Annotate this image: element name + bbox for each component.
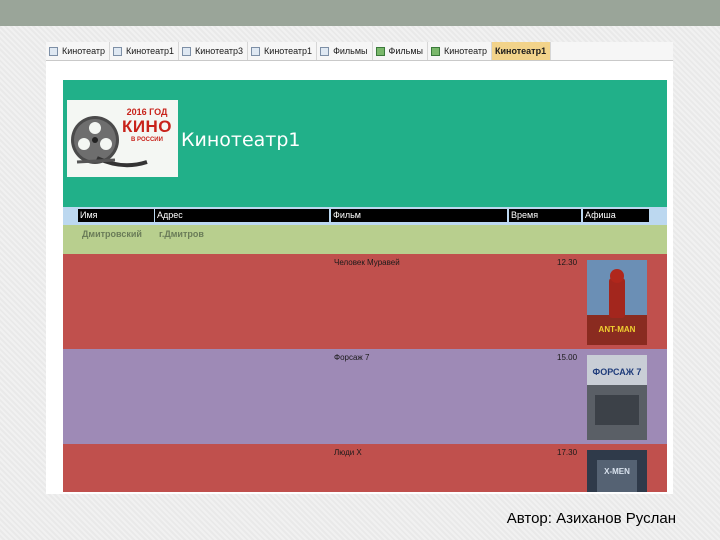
kino-logo: 2016 ГОД КИНО В РОССИИ <box>67 100 178 177</box>
report-header: 2016 ГОД КИНО В РОССИИ Кинотеатр1 <box>63 80 667 207</box>
form-icon <box>251 46 261 56</box>
column-header-time: Время <box>509 209 581 222</box>
table-icon <box>375 46 385 56</box>
poster-x-men: X-MEN <box>587 450 647 492</box>
group-header-row: Дмитровский г.Дмитров <box>63 225 667 254</box>
tab-label: Фильмы <box>333 46 368 56</box>
film-title: Форсаж 7 <box>334 353 370 362</box>
cinema-name: Дмитровский <box>82 229 142 239</box>
top-bar <box>0 0 720 26</box>
tab-kinoteatr1-report[interactable]: Кинотеатр1 <box>63 42 552 89</box>
tab-label: Кинотеатр1 <box>495 46 547 56</box>
tab-filmy-table[interactable]: Фильмы <box>373 42 428 60</box>
tab-label: Кинотеатр1 <box>264 46 313 56</box>
column-header-address: Адрес <box>155 209 329 222</box>
tab-label: Кинотеатр1 <box>126 46 175 56</box>
form-icon <box>113 46 123 56</box>
poster-forsazh-7: ФОРСАЖ 7 <box>587 355 647 440</box>
column-headers: Имя Адрес Фильм Время Афиша <box>63 207 667 225</box>
document-tabs: Кинотеатр Кинотеатр1 Кинотеатр3 Кинотеат… <box>46 42 673 89</box>
tab-label: Кинотеатр3 <box>195 46 244 56</box>
poster-ant-man: ANT-MAN <box>587 260 647 345</box>
column-header-film: Фильм <box>331 209 507 222</box>
table-icon <box>431 46 440 56</box>
form-icon <box>320 46 330 56</box>
tab-kinoteatr1-form[interactable]: Кинотеатр1 <box>110 42 180 60</box>
table-row: Люди Х 17.30 X-MEN <box>63 444 667 492</box>
poster-title: ANT-MAN <box>599 325 636 334</box>
tab-kinoteatr[interactable]: Кинотеатр <box>46 42 111 60</box>
show-time: 12.30 <box>557 258 578 267</box>
film-title: Человек Муравей <box>334 258 400 267</box>
tab-kinoteatr-table[interactable]: Кинотеатр <box>428 42 493 60</box>
report-title: Кинотеатр1 <box>181 129 301 151</box>
tab-kinoteatr3[interactable]: Кинотеатр3 <box>179 42 249 60</box>
report-view: 2016 ГОД КИНО В РОССИИ Кинотеатр1 Имя Ад… <box>63 80 667 492</box>
table-row: Человек Муравей 12.30 ANT-MAN <box>63 254 667 349</box>
column-header-poster: Афиша <box>583 209 649 222</box>
show-time: 15.00 <box>557 353 578 362</box>
form-icon <box>182 46 192 56</box>
column-header-name: Имя <box>78 209 154 222</box>
access-window: Кинотеатр Кинотеатр1 Кинотеатр3 Кинотеат… <box>46 42 673 494</box>
poster-title: X-MEN <box>604 467 630 476</box>
logo-text: 2016 ГОД КИНО В РОССИИ <box>121 107 173 144</box>
tab-filmy-form[interactable]: Фильмы <box>317 42 373 60</box>
poster-title: ФОРСАЖ 7 <box>593 367 642 377</box>
show-time: 17.30 <box>557 448 578 457</box>
tab-label: Фильмы <box>388 46 423 56</box>
author-caption: Автор: Азиханов Руслан <box>506 510 676 527</box>
form-icon <box>49 46 58 56</box>
tab-label: Кинотеатр <box>444 46 488 56</box>
cinema-address: г.Дмитров <box>159 229 204 239</box>
table-row: Форсаж 7 15.00 ФОРСАЖ 7 <box>63 349 667 444</box>
tab-kinoteatr1-form2[interactable]: Кинотеатр1 <box>248 42 318 60</box>
tab-label: Кинотеатр <box>62 46 106 56</box>
film-title: Люди Х <box>334 448 362 457</box>
